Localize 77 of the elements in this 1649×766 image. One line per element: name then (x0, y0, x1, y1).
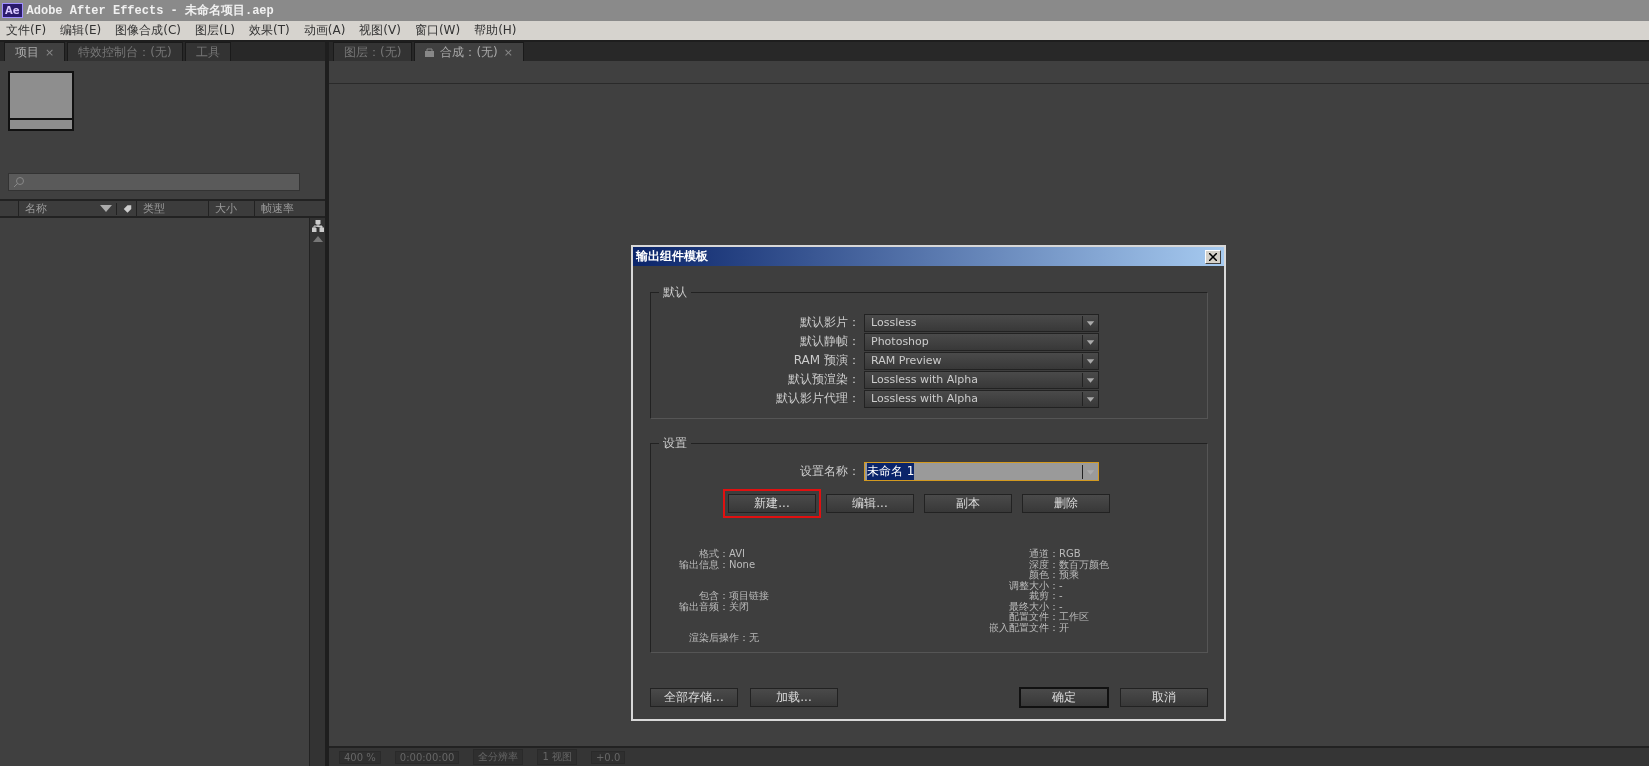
info-label: 通道： (1028, 549, 1059, 559)
field-label: 设置名称： (800, 463, 860, 480)
field-label: 默认静帧： (800, 333, 860, 350)
info-label: 裁剪： (1028, 591, 1059, 602)
info-label: 调整大小： (1008, 580, 1059, 591)
action-button[interactable]: 编辑... (826, 494, 914, 513)
lock-icon[interactable] (425, 47, 435, 57)
field-label: 默认预渲染： (788, 371, 860, 388)
info-label: 输出信息： (678, 559, 729, 570)
dropdown[interactable]: Photoshop (864, 332, 1099, 351)
window-title: Adobe After Effects - 未命名项目.aep (26, 3, 274, 19)
action-button[interactable]: 删除 (1022, 494, 1110, 513)
info-value: 预乘 (1059, 570, 1080, 581)
info-value: 关闭 (729, 601, 749, 612)
info-value: 开 (1059, 622, 1070, 633)
info-value: 数百万颜色 (1059, 559, 1109, 570)
dialog-title: 输出组件模板 (636, 248, 708, 265)
info-value: RGB (1059, 549, 1082, 560)
action-button[interactable]: 副本 (924, 494, 1012, 513)
thumbnail (8, 71, 74, 131)
group-legend: 默认 (659, 284, 691, 301)
info-label: 深度： (1028, 559, 1059, 570)
info-label: 包含： (699, 591, 729, 602)
menu-item[interactable]: 图层(L) (194, 22, 236, 39)
column-label[interactable]: 类型 (143, 201, 165, 216)
info-label: 输出音频： (678, 601, 729, 612)
scroll-bar[interactable] (309, 218, 325, 766)
column-label[interactable]: 名称 (25, 201, 47, 216)
name-dropdown[interactable]: 未命名 1 (864, 462, 1099, 481)
menu-item[interactable]: 动画(A) (303, 22, 346, 39)
info-label: 渲染后操作： (688, 633, 749, 644)
column-label[interactable]: 大小 (215, 201, 237, 216)
app-logo: Ae (2, 3, 23, 18)
menu-item[interactable]: 图像合成(C) (115, 22, 181, 39)
info-label: 最终大小： (1008, 601, 1059, 612)
info-label: 格式： (698, 549, 729, 559)
search-icon (13, 176, 25, 188)
footer-button[interactable]: 确定 (1020, 688, 1108, 707)
action-button[interactable]: 新建... (728, 494, 816, 513)
info-value: 项目链接 (729, 591, 769, 602)
info-label: 配置文件： (1009, 612, 1059, 622)
info-value: None (729, 559, 757, 570)
dropdown[interactable]: Lossless with Alpha (864, 370, 1099, 389)
footer-button[interactable]: 取消 (1120, 688, 1208, 707)
info-value: AVI (729, 549, 746, 560)
dropdown[interactable]: Lossless with Alpha (864, 389, 1099, 408)
info-value: 工作区 (1059, 612, 1090, 623)
field-label: 默认影片代理： (776, 390, 860, 407)
group-legend: 设置 (659, 435, 691, 452)
scroll-up-icon[interactable] (312, 236, 323, 242)
info-value: 无 (749, 633, 760, 644)
search-field[interactable] (8, 173, 300, 191)
field-label: 默认影片： (800, 314, 860, 331)
info-value: - (1059, 580, 1063, 591)
panel-tab[interactable]: 合成：(无) × (414, 42, 524, 61)
footer-button[interactable]: 全部存储... (650, 688, 738, 707)
field-label: RAM 预演： (793, 352, 860, 369)
info-label: 颜色： (1029, 570, 1059, 581)
panel-tab[interactable]: 项目 × (4, 42, 66, 61)
menu-item[interactable]: 文件(F) (6, 22, 47, 39)
close-icon (1209, 252, 1217, 261)
column-label[interactable]: 帧速率 (261, 201, 294, 216)
info-value: - (1059, 591, 1064, 602)
dropdown[interactable]: Lossless (864, 313, 1099, 332)
menu-item[interactable]: 效果(T) (249, 22, 290, 39)
footer-button[interactable]: 加载... (750, 688, 838, 707)
menu-item[interactable]: 视图(V) (359, 22, 401, 39)
info-value: - (1059, 601, 1064, 612)
close-button[interactable] (1205, 249, 1221, 264)
menu-item[interactable]: 窗口(W) (414, 22, 461, 39)
tag-icon[interactable] (123, 202, 132, 215)
sort-caret-icon[interactable] (100, 205, 112, 212)
menu-item[interactable]: 帮助(H) (474, 22, 517, 39)
flowchart-icon[interactable] (311, 220, 324, 232)
dropdown[interactable]: RAM Preview (864, 351, 1099, 370)
menu-item[interactable]: 编辑(E) (60, 22, 102, 39)
info-label: 嵌入配置文件： (988, 622, 1059, 633)
